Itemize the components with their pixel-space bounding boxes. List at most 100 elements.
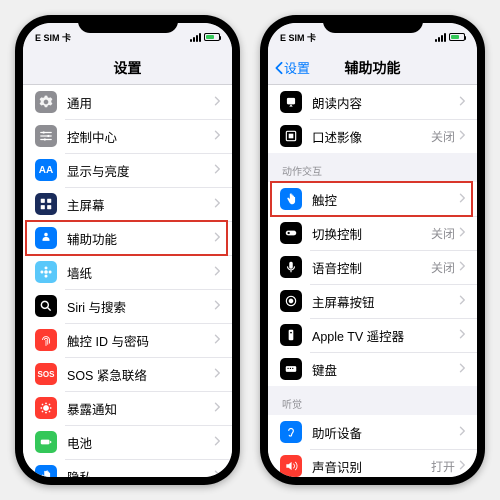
row-detail: 关闭 [431,225,455,242]
back-button[interactable]: 设置 [274,58,310,77]
chevron-right-icon [214,433,220,451]
chevron-right-icon [214,229,220,247]
row-label: 主屏幕 [67,195,214,214]
row-detail: 关闭 [431,128,455,145]
row-label: 触控 ID 与密码 [67,331,214,350]
settings-row[interactable]: 电池 [23,425,232,459]
chevron-right-icon [459,224,465,242]
settings-row[interactable]: 控制中心 [23,119,232,153]
voice-icon [280,256,302,278]
chevron-right-icon [459,360,465,378]
settings-row[interactable]: 切换控制 关闭 [268,216,477,250]
settings-row[interactable]: 语音控制 关闭 [268,250,477,284]
settings-row[interactable]: 助听设备 [268,415,477,449]
touch-icon [280,188,302,210]
settings-row[interactable]: 隐私 [23,459,232,477]
gear-icon [35,91,57,113]
chevron-right-icon [459,423,465,441]
remote-icon [280,324,302,346]
person-icon [35,227,57,249]
flower-icon [35,261,57,283]
chevron-right-icon [214,195,220,213]
row-label: 控制中心 [67,127,214,146]
chevron-right-icon [214,365,220,383]
row-label: Siri 与搜索 [67,297,214,316]
chevron-right-icon [459,93,465,111]
row-label: 触控 [312,190,459,209]
settings-row[interactable]: 主屏幕 [23,187,232,221]
row-label: 显示与亮度 [67,161,214,180]
row-label: 电池 [67,433,214,452]
settings-list[interactable]: 通用 控制中心 AA 显示与亮度 主屏幕 辅助功能 墙纸 Siri 与搜索 [23,85,232,477]
row-label: 墙纸 [67,263,214,282]
speak-icon [280,91,302,113]
row-label: 键盘 [312,360,459,379]
carrier-label: E SIM 卡 [280,31,316,44]
settings-row[interactable]: SOS SOS 紧急联络 [23,357,232,391]
virus-icon [35,397,57,419]
chevron-right-icon [459,127,465,145]
notch [78,15,178,33]
row-label: 助听设备 [312,423,459,442]
AA-icon: AA [35,159,57,181]
row-label: 主屏幕按钮 [312,292,459,311]
chevron-right-icon [214,127,220,145]
chevron-right-icon [459,190,465,208]
row-label: 朗读内容 [312,93,459,112]
describe-icon [280,125,302,147]
page-title: 设置 [114,58,142,78]
accessibility-list[interactable]: 朗读内容 口述影像 关闭 动作交互 触控 切换控制 关闭 语音控制 关闭 主屏幕… [268,85,477,477]
touchid-icon [35,329,57,351]
screen-left: E SIM 卡 设置 通用 控制中心 AA 显示与亮度 主屏幕 [23,23,232,477]
chevron-right-icon [214,331,220,349]
settings-row[interactable]: 声音识别 打开 [268,449,477,477]
phone-left: E SIM 卡 设置 通用 控制中心 AA 显示与亮度 主屏幕 [15,15,240,485]
settings-row[interactable]: 辅助功能 [23,221,232,255]
search-icon [35,295,57,317]
row-label: 通用 [67,93,214,112]
switch-icon [280,222,302,244]
chevron-right-icon [214,297,220,315]
row-label: 隐私 [67,467,214,478]
settings-row[interactable]: 墙纸 [23,255,232,289]
phone-right: E SIM 卡 设置 辅助功能 朗读内容 口述影像 关闭 动作交互 触控 [260,15,485,485]
settings-row[interactable]: 触控 [268,182,477,216]
carrier-label: E SIM 卡 [35,31,71,44]
battery-icon [204,33,220,41]
settings-row[interactable]: 朗读内容 [268,85,477,119]
navbar-right: 设置 辅助功能 [268,51,477,85]
row-label: 暴露通知 [67,399,214,418]
signal-icon [190,33,201,42]
section-header: 听觉 [268,386,477,415]
chevron-right-icon [214,263,220,281]
settings-row[interactable]: 键盘 [268,352,477,386]
settings-row[interactable]: 口述影像 关闭 [268,119,477,153]
SOS-icon: SOS [35,363,57,385]
settings-row[interactable]: Apple TV 遥控器 [268,318,477,352]
settings-row[interactable]: 触控 ID 与密码 [23,323,232,357]
settings-row[interactable]: 主屏幕按钮 [268,284,477,318]
battery-icon [35,431,57,453]
row-detail: 打开 [431,458,455,475]
back-label: 设置 [284,58,310,77]
row-label: 辅助功能 [67,229,214,248]
page-title: 辅助功能 [345,58,401,78]
chevron-right-icon [459,292,465,310]
section-header: 动作交互 [268,153,477,182]
battery-icon [449,33,465,41]
home-icon [280,290,302,312]
row-label: 口述影像 [312,127,431,146]
settings-row[interactable]: Siri 与搜索 [23,289,232,323]
settings-row[interactable]: AA 显示与亮度 [23,153,232,187]
signal-icon [435,33,446,42]
chevron-right-icon [459,258,465,276]
settings-row[interactable]: 暴露通知 [23,391,232,425]
row-label: SOS 紧急联络 [67,365,214,384]
hand-icon [35,465,57,477]
chevron-right-icon [214,93,220,111]
chevron-right-icon [214,467,220,477]
settings-row[interactable]: 通用 [23,85,232,119]
chevron-right-icon [459,457,465,475]
chevron-right-icon [459,326,465,344]
grid-icon [35,193,57,215]
